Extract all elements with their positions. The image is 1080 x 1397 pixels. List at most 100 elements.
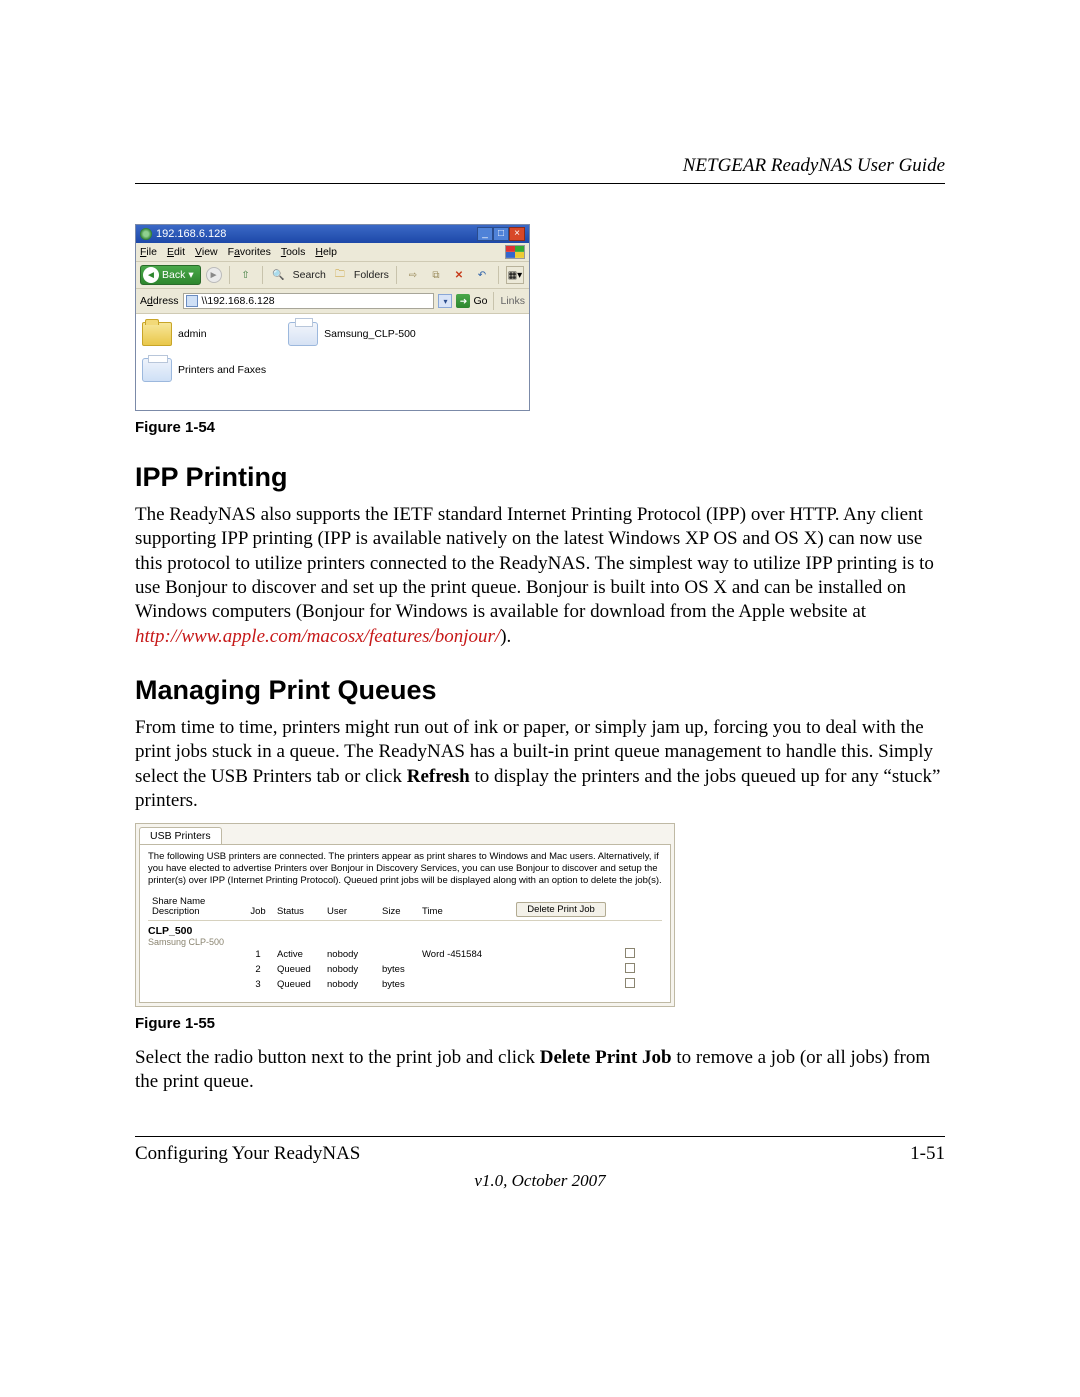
bonjour-link[interactable]: http://www.apple.com/macosx/features/bon…: [135, 626, 500, 647]
links-label[interactable]: Links: [500, 295, 525, 307]
queue-row: 3 Queued nobody bytes: [148, 977, 662, 992]
figure-1-55-caption: Figure 1-55: [135, 1015, 945, 1032]
usb-printers-panel: The following USB printers are connected…: [139, 844, 671, 1003]
back-button[interactable]: ◄ Back ▾: [140, 265, 201, 285]
folders-label[interactable]: Folders: [354, 269, 389, 281]
window-menubar: File Edit View Favorites Tools Help: [136, 243, 529, 262]
menu-tools[interactable]: Tools: [281, 246, 306, 258]
heading-ipp-printing: IPP Printing: [135, 462, 945, 493]
item-label: Printers and Faxes: [178, 364, 266, 376]
ipp-text-b: ).: [500, 626, 511, 647]
cell-status: Queued: [273, 979, 323, 990]
menu-help[interactable]: Help: [315, 246, 337, 258]
cell-job: 3: [243, 979, 273, 990]
mpq-paragraph-1: From time to time, printers might run ou…: [135, 716, 945, 813]
col-delete: Delete Print Job: [506, 902, 616, 917]
cell-size: bytes: [378, 979, 418, 990]
job-radio[interactable]: [625, 948, 635, 958]
queue-row: 1 Active nobody Word -451584: [148, 947, 662, 962]
menu-file[interactable]: File: [140, 246, 157, 258]
footer-row: Configuring Your ReadyNAS 1-51: [135, 1143, 945, 1165]
figure-1-55-panel: USB Printers The following USB printers …: [135, 823, 675, 1007]
close-button[interactable]: ×: [509, 227, 525, 241]
printer-icon: [288, 322, 318, 346]
queue-header-row: Share NameDescription Job Status User Si…: [148, 895, 662, 921]
go-button[interactable]: ➜ Go: [456, 294, 487, 308]
go-arrow-icon: ➜: [456, 294, 470, 308]
ipp-paragraph: The ReadyNAS also supports the IETF stan…: [135, 503, 945, 649]
print-queue-table: Share NameDescription Job Status User Si…: [148, 895, 662, 992]
doc-header-title: NETGEAR ReadyNAS User Guide: [135, 155, 945, 177]
window-titlebar: 192.168.6.128 _ □ ×: [136, 225, 529, 243]
search-label[interactable]: Search: [293, 269, 326, 281]
item-label: admin: [178, 328, 207, 340]
menu-edit[interactable]: Edit: [167, 246, 185, 258]
move-icon[interactable]: ⇨: [404, 266, 422, 284]
tab-usb-printers[interactable]: USB Printers: [139, 827, 222, 844]
col-size: Size: [378, 906, 418, 917]
job-radio[interactable]: [625, 978, 635, 988]
cell-job: 1: [243, 949, 273, 960]
cell-user: nobody: [323, 979, 378, 990]
toolbar-separator: [493, 292, 494, 310]
footer-rule: [135, 1136, 945, 1137]
footer-page: 1-51: [910, 1143, 945, 1165]
folder-view: admin Printers and Faxes Samsung_CLP-500: [136, 314, 529, 410]
job-radio[interactable]: [625, 963, 635, 973]
col-job: Job: [243, 906, 273, 917]
copy-icon[interactable]: ⧉: [427, 266, 445, 284]
cell-time: Word -451584: [418, 949, 506, 960]
figure-1-54-caption: Figure 1-54: [135, 419, 945, 436]
footer-section: Configuring Your ReadyNAS: [135, 1143, 360, 1165]
toolbar-separator: [396, 266, 397, 284]
cell-status: Queued: [273, 964, 323, 975]
toolbar-separator: [229, 266, 230, 284]
go-label: Go: [473, 295, 487, 307]
forward-button[interactable]: ►: [206, 267, 222, 283]
after-fig55-paragraph: Select the radio button next to the prin…: [135, 1046, 945, 1095]
views-icon[interactable]: ▦▾: [506, 266, 524, 284]
window-addressbar: Address \\192.168.6.128 ▾ ➜ Go Links: [136, 289, 529, 314]
address-label: Address: [140, 295, 179, 307]
mpq-p1-bold: Refresh: [407, 766, 470, 787]
folder-icon: [142, 322, 172, 346]
undo-icon[interactable]: ↶: [473, 266, 491, 284]
up-icon[interactable]: ⇧: [237, 266, 255, 284]
queue-row: 2 Queued nobody bytes: [148, 962, 662, 977]
header-rule: [135, 183, 945, 184]
toolbar-separator: [498, 266, 499, 284]
windows-logo-icon: [505, 245, 525, 259]
search-icon[interactable]: 🔍: [270, 266, 288, 284]
folder-item-printer[interactable]: Samsung_CLP-500: [288, 322, 416, 346]
figure-1-54-window: 192.168.6.128 _ □ × File Edit View Favor…: [135, 224, 530, 411]
col-user: User: [323, 906, 378, 917]
footer-version: v1.0, October 2007: [135, 1171, 945, 1191]
maximize-button[interactable]: □: [493, 227, 509, 241]
delete-print-job-button[interactable]: Delete Print Job: [516, 902, 606, 917]
address-dropdown[interactable]: ▾: [438, 294, 452, 308]
folders-icon[interactable]: 🗀: [331, 266, 349, 284]
delete-icon[interactable]: ✕: [450, 266, 468, 284]
cell-user: nobody: [323, 964, 378, 975]
folder-item-printers-faxes[interactable]: Printers and Faxes: [142, 358, 266, 382]
address-input[interactable]: \\192.168.6.128: [183, 293, 435, 309]
computer-icon: [186, 295, 198, 307]
minimize-button[interactable]: _: [477, 227, 493, 241]
cell-status: Active: [273, 949, 323, 960]
window-toolbar: ◄ Back ▾ ► ⇧ 🔍 Search 🗀 Folders ⇨ ⧉ ✕ ↶ …: [136, 262, 529, 289]
after55-a: Select the radio button next to the prin…: [135, 1047, 540, 1068]
folder-item-admin[interactable]: admin: [142, 322, 266, 346]
menu-favorites[interactable]: Favorites: [228, 246, 271, 258]
printer-share-name: CLP_500: [148, 925, 662, 937]
cell-job: 2: [243, 964, 273, 975]
ie-icon: [140, 228, 152, 240]
cell-size: bytes: [378, 964, 418, 975]
printer-description: Samsung CLP-500: [148, 937, 662, 947]
col-status: Status: [273, 906, 323, 917]
back-label: Back: [162, 269, 185, 281]
heading-managing-print-queues: Managing Print Queues: [135, 675, 945, 706]
menu-view[interactable]: View: [195, 246, 218, 258]
window-title-text: 192.168.6.128: [156, 228, 226, 240]
col-time: Time: [418, 906, 506, 917]
address-value: \\192.168.6.128: [202, 295, 275, 307]
